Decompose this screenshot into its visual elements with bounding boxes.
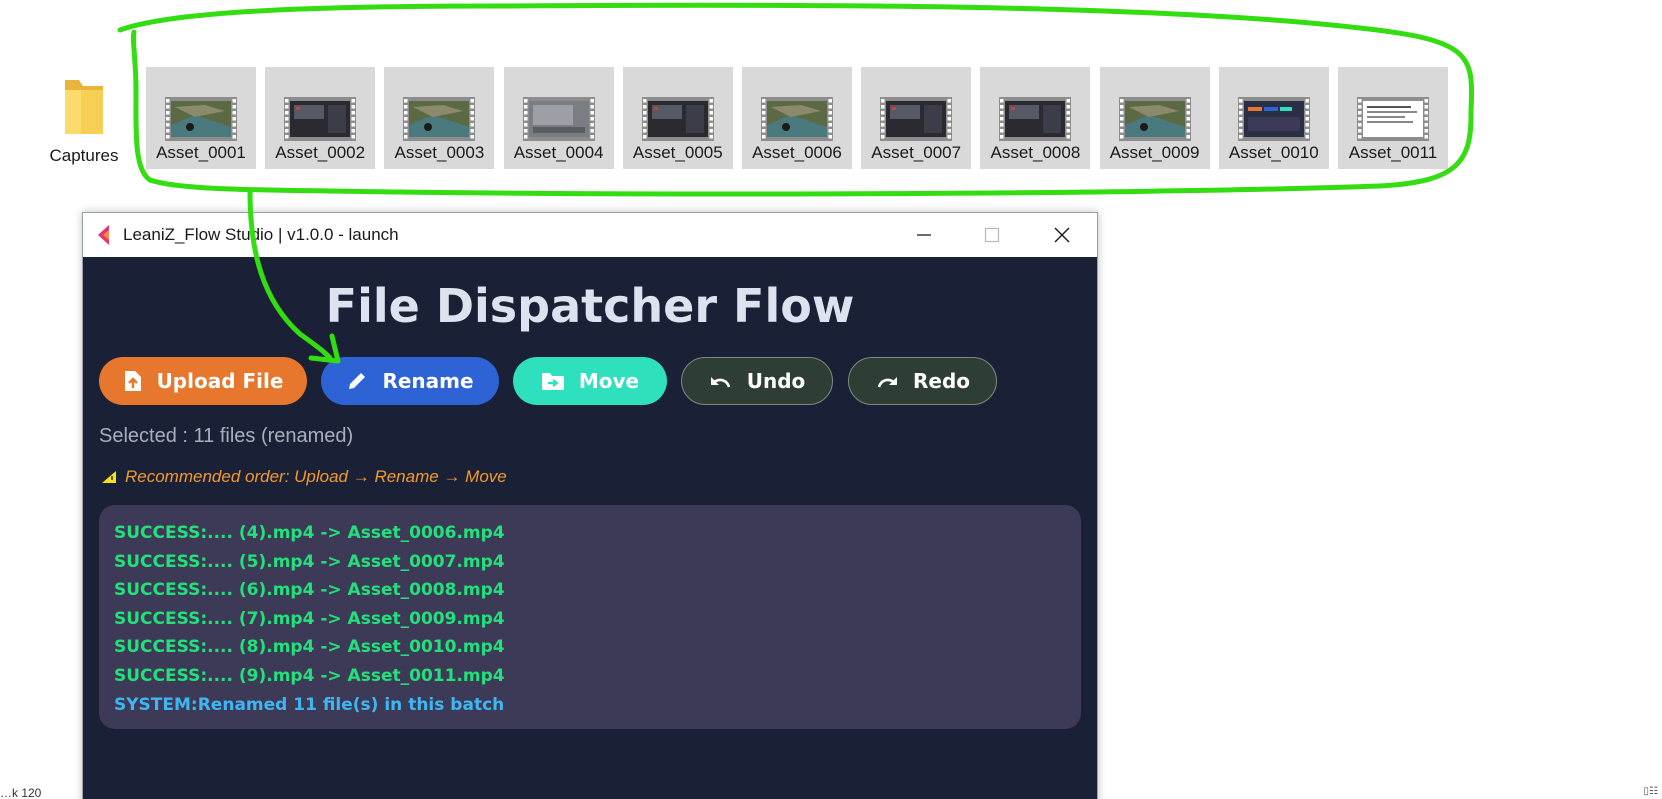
video-file-icon [403, 97, 476, 141]
video-file-icon [165, 97, 237, 141]
asset-file-label: Asset_0007 [871, 143, 962, 162]
file-upload-icon [124, 371, 141, 391]
log-line-success: SUCCESS:.... (6).mp4 -> Asset_0008.mp4 [114, 580, 505, 601]
asset-file-label: Asset_0010 [1228, 143, 1319, 162]
asset-file-label: Asset_0011 [1348, 143, 1438, 162]
maximize-icon [984, 227, 1000, 243]
recommendation-text: Recommended order: Upload → Rename → Mov… [125, 467, 507, 486]
asset-file-tile[interactable]: Asset_0004 [503, 67, 614, 169]
asset-file-tile[interactable]: Asset_0005 [622, 67, 733, 169]
video-file-icon [522, 97, 595, 141]
log-line-success: SUCCESS:.... (7).mp4 -> Asset_0009.mp4 [114, 608, 505, 629]
pencil-icon [349, 373, 366, 389]
asset-file-label: Asset_0006 [752, 143, 842, 162]
recommendation-hint: Recommended order: Upload → Rename → Mov… [101, 467, 507, 487]
title-bar[interactable]: LeaniZ_Flow Studio | v1.0.0 - launch [83, 213, 1097, 257]
folder-icon [65, 80, 103, 134]
taskbar-fragment: …k 120 [0, 786, 42, 799]
asset-file-tile[interactable]: Asset_0010 [1218, 67, 1329, 169]
log-line-success: SUCCESS:.... (4).mp4 -> Asset_0006.mp4 [114, 523, 505, 543]
app-logo-icon [98, 225, 109, 245]
video-file-icon [999, 97, 1072, 141]
undo-label: Undo [746, 369, 806, 393]
log-line-success: SUCCESS:.... (5).mp4 -> Asset_0007.mp4 [114, 551, 505, 572]
asset-file-tile[interactable]: Asset_0001 [146, 67, 256, 169]
activity-log: SUCCESS:.... (4).mp4 -> Asset_0006.mp4 SU… [99, 505, 1081, 729]
asset-file-label: Asset_0008 [990, 143, 1081, 162]
video-file-icon [761, 97, 833, 141]
video-file-icon [1118, 97, 1191, 141]
app-window: LeaniZ_Flow Studio | v1.0.0 - launch Fil… [82, 212, 1098, 799]
asset-file-tile[interactable]: Asset_0003 [384, 67, 495, 169]
undo-button[interactable]: Undo [681, 357, 833, 405]
video-file-icon [641, 97, 714, 141]
upload-file-button[interactable]: Upload File [99, 357, 307, 405]
rename-label: Rename [382, 369, 474, 393]
desktop: Captures Asset_0001 Asset_0002 Asset_0003 A… [0, 0, 1662, 799]
asset-file-label: Asset_0009 [1109, 143, 1200, 162]
captures-folder[interactable]: Captures [44, 74, 124, 166]
redo-label: Redo [912, 369, 971, 393]
video-file-icon [880, 97, 953, 141]
window-title: LeaniZ_Flow Studio | v1.0.0 - launch [123, 225, 399, 244]
asset-file-label: Asset_0005 [632, 143, 723, 162]
upload-file-label: Upload File [156, 369, 284, 393]
minimize-button[interactable] [891, 213, 957, 257]
corner-fragment: ▯☷ [1643, 786, 1658, 797]
undo-icon [710, 377, 730, 388]
asset-file-tile[interactable]: Asset_0007 [861, 67, 972, 169]
log-line-success: SUCCESS:.... (8).mp4 -> Asset_0010.mp4 [114, 637, 505, 658]
move-button[interactable]: Move [513, 357, 667, 405]
log-line-success: SUCCESS:.... (9).mp4 -> Asset_0011.mp4 [114, 665, 505, 686]
minimize-icon [917, 234, 931, 236]
page-title: File Dispatcher Flow [325, 279, 855, 333]
asset-file-tile[interactable]: Asset_0011 [1338, 67, 1448, 169]
asset-file-label: Asset_0001 [156, 143, 246, 162]
close-icon [1054, 227, 1070, 243]
warning-icon [102, 471, 116, 483]
asset-file-label: Asset_0003 [394, 143, 485, 162]
asset-file-tile[interactable]: Asset_0009 [1099, 67, 1210, 169]
asset-file-label: Asset_0002 [275, 143, 366, 162]
video-file-icon [1357, 97, 1429, 141]
move-label: Move [578, 369, 640, 393]
redo-icon [877, 377, 897, 388]
rename-button[interactable]: Rename [321, 357, 499, 405]
asset-file-tile[interactable]: Asset_0008 [980, 67, 1091, 169]
folder-move-icon [541, 373, 564, 390]
asset-file-tile[interactable]: Asset_0006 [742, 67, 852, 169]
folder-label: Captures [49, 146, 119, 165]
video-file-icon [1237, 97, 1310, 141]
asset-file-tile[interactable]: Asset_0002 [265, 67, 376, 169]
maximize-button[interactable] [959, 213, 1025, 257]
selection-status: Selected : 11 files (renamed) [99, 425, 354, 447]
video-file-icon [284, 97, 357, 141]
log-line-system: SYSTEM:Renamed 11 file(s) in this batch [114, 694, 505, 715]
asset-file-label: Asset_0004 [513, 143, 604, 162]
close-button[interactable] [1029, 213, 1095, 257]
redo-button[interactable]: Redo [848, 357, 997, 405]
